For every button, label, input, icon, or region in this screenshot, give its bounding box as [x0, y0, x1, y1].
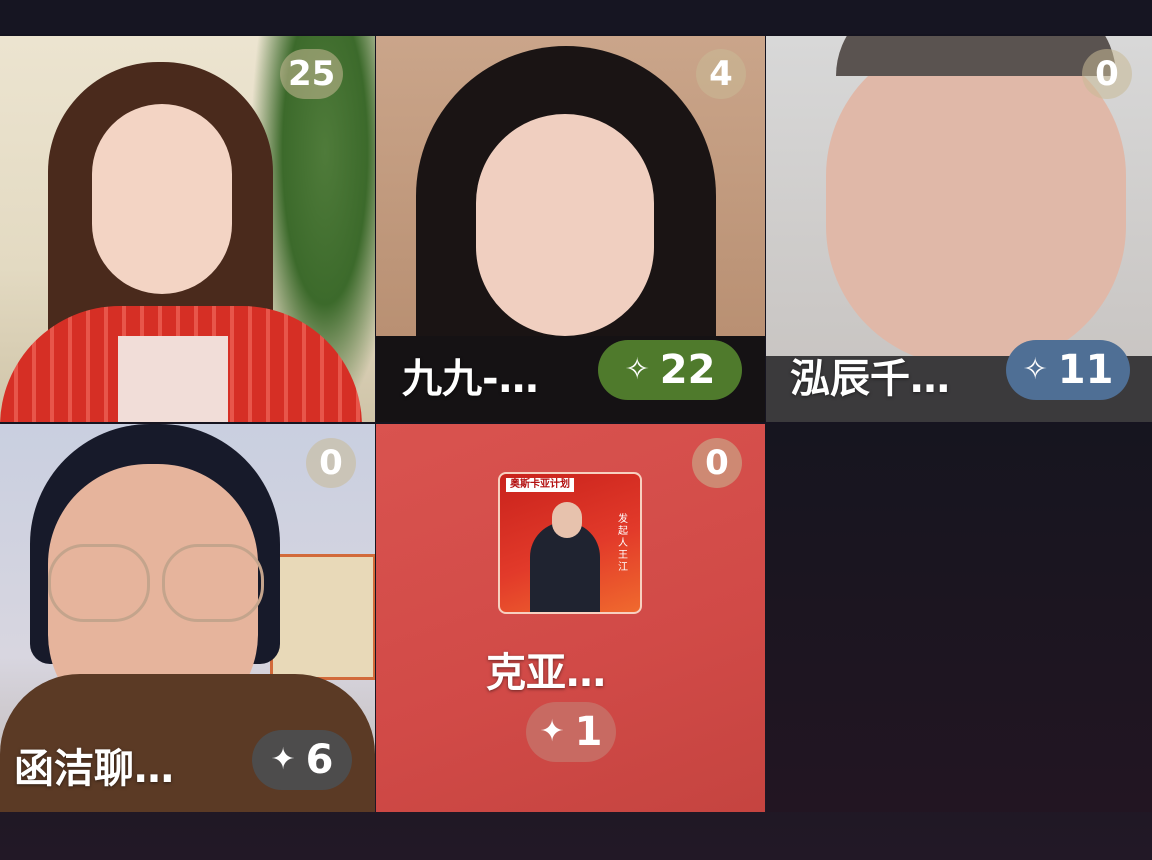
participant-tile-3[interactable]: 0 泓辰千… ✧ 11	[766, 36, 1152, 422]
participant-face	[476, 114, 654, 336]
participant-tile-4[interactable]: 0 函洁聊… ✦ 6	[0, 424, 375, 812]
poster-person-face	[552, 502, 582, 538]
count-badge[interactable]: 25	[280, 49, 344, 99]
like-pill[interactable]: ✦ 1	[526, 702, 616, 762]
poster-subtitle: 发起人 王江	[618, 514, 628, 573]
participant-tile-2[interactable]: 4 九九-… ✧ 22	[376, 36, 765, 422]
count-badge[interactable]: 0	[692, 438, 742, 488]
wall-certificates	[270, 554, 375, 680]
participant-avatar: 奥斯卡亚计划 发起人 王江	[498, 472, 642, 614]
glasses	[48, 544, 150, 622]
participant-hair	[836, 36, 1116, 76]
participant-tile-1[interactable]: 25	[0, 36, 375, 422]
sparkle-icon: ✧	[624, 352, 650, 387]
participant-name: 九九-…	[402, 356, 539, 402]
count-badge[interactable]: 4	[696, 49, 746, 99]
sparkle-icon: ✧	[1022, 352, 1048, 387]
like-count: 6	[305, 737, 334, 783]
participant-name: 泓辰千…	[790, 356, 950, 402]
participant-name: 函洁聊…	[14, 746, 174, 792]
like-count: 1	[574, 709, 603, 755]
participant-face	[92, 104, 232, 294]
top-bar	[0, 0, 1152, 34]
poster-title: 奥斯卡亚计划	[506, 478, 574, 492]
like-pill[interactable]: ✦ 6	[252, 730, 352, 790]
like-pill[interactable]: ✧ 22	[598, 340, 742, 400]
video-call-screen: 25 4 九九-… ✧ 22 0 泓辰千… ✧ 11 0 函洁聊… ✦ 6 0 …	[0, 0, 1152, 860]
participant-face	[826, 36, 1126, 366]
sparkle-icon: ✦	[539, 714, 565, 749]
count-badge[interactable]: 0	[306, 438, 356, 488]
sparkle-icon: ✦	[270, 742, 296, 777]
count-badge[interactable]: 0	[1082, 49, 1132, 99]
like-count: 22	[659, 347, 716, 393]
participant-name: 克亚…	[486, 650, 606, 696]
empty-slot	[766, 424, 1152, 812]
like-count: 11	[1057, 347, 1114, 393]
like-pill[interactable]: ✧ 11	[1006, 340, 1130, 400]
